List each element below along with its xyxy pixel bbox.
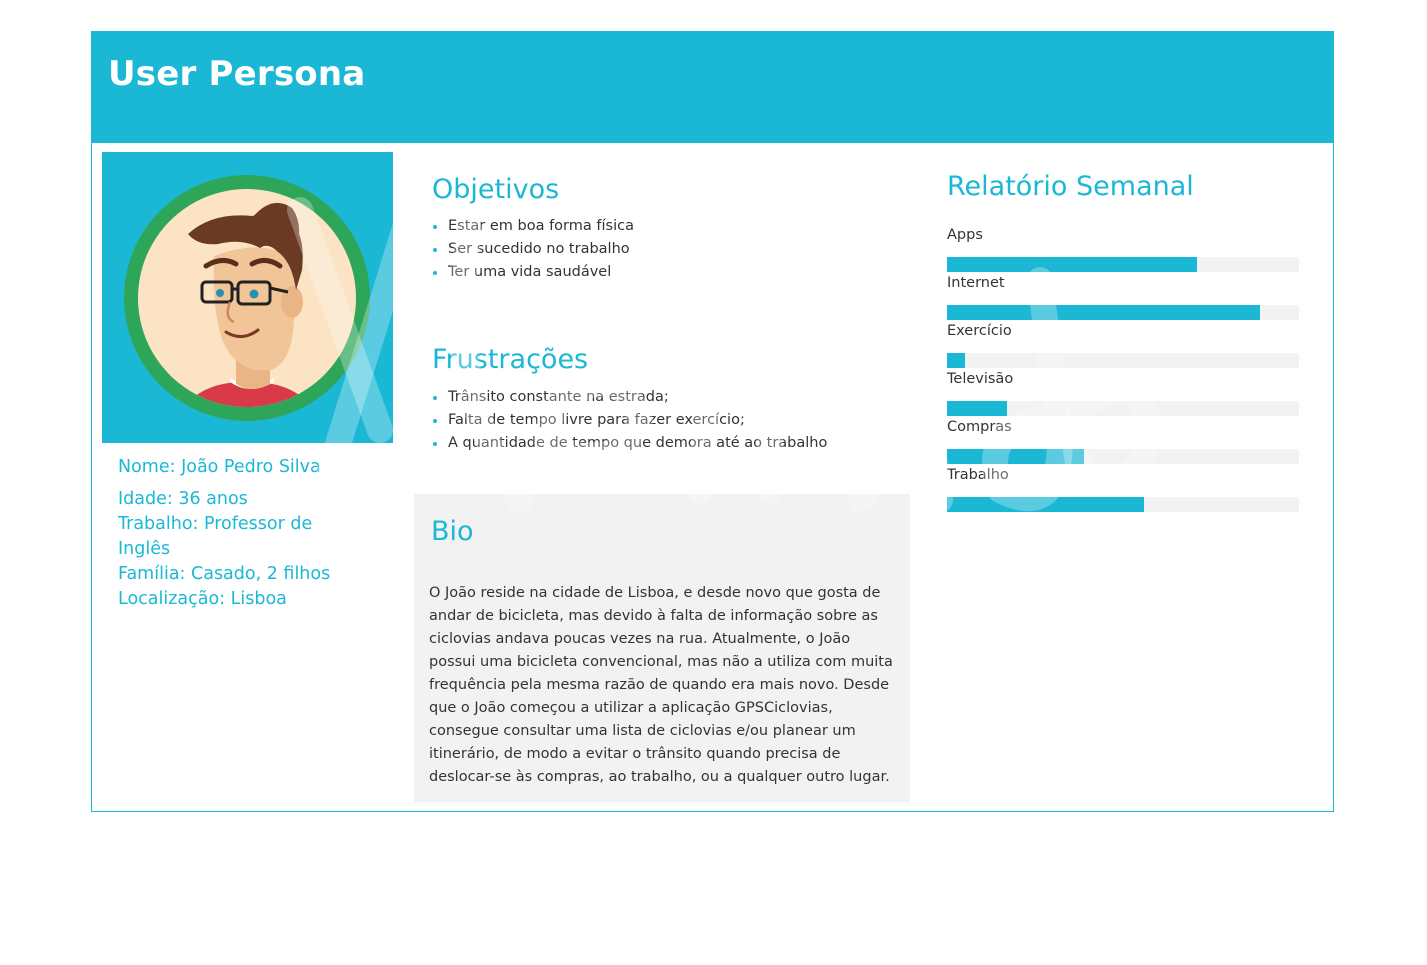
profile-age: Idade: 36 anos <box>118 489 248 509</box>
list-item-text: Ter uma vida saudável <box>448 264 612 280</box>
report-row-exercise: Exercício <box>947 322 1299 370</box>
report-bar-track <box>947 401 1299 416</box>
report-row-television: Televisão <box>947 370 1299 418</box>
bio-title: Bio <box>431 516 474 547</box>
list-item: Falta de tempo livre para fazer exercíci… <box>432 409 827 432</box>
weekly-report-title: Relatório Semanal <box>947 171 1194 202</box>
report-bar-fill <box>947 401 1007 416</box>
bio-text: O João reside na cidade de Lisboa, e des… <box>429 585 893 785</box>
list-item: A quantidade de tempo que demora até ao … <box>432 432 827 455</box>
frustrations-list: Trânsito constante na estrada; Falta de … <box>432 386 827 455</box>
report-bar-fill <box>947 305 1261 320</box>
bullet-icon <box>433 248 437 252</box>
persona-card: User Persona Nome: João Pedro Silva Idad… <box>91 31 1334 812</box>
list-item-text: Estar em boa forma física <box>448 218 634 234</box>
page-title: User Persona <box>108 54 366 94</box>
bio-panel: Bio O João reside na cidade de Lisboa, e… <box>414 494 910 802</box>
avatar <box>102 152 393 443</box>
list-item-text: Trânsito constante na estrada; <box>448 389 669 405</box>
bullet-icon <box>433 271 437 275</box>
report-bar-track <box>947 353 1299 368</box>
report-bar-track <box>947 449 1299 464</box>
report-label: Trabalho <box>947 467 1009 483</box>
objectives-list: Estar em boa forma física Ser sucedido n… <box>432 215 634 284</box>
report-row-internet: Internet <box>947 274 1299 322</box>
frustrations-title: Frustrações <box>432 344 589 375</box>
report-row-work: Trabalho <box>947 466 1299 514</box>
list-item: Ser sucedido no trabalho <box>432 238 634 261</box>
report-bar-fill <box>947 353 965 368</box>
report-label: Exercício <box>947 323 1012 339</box>
header-bar: User Persona <box>92 32 1333 143</box>
report-bar-track <box>947 257 1299 272</box>
list-item-text: A quantidade de tempo que demora até ao … <box>448 435 828 451</box>
objectives-title: Objetivos <box>432 174 560 205</box>
report-bar-fill <box>947 497 1145 512</box>
weekly-report-bars: Apps Internet Exercício Televisão Compra… <box>947 226 1299 514</box>
bullet-icon <box>433 225 437 229</box>
list-item-text: Ser sucedido no trabalho <box>448 241 630 257</box>
report-label: Internet <box>947 275 1005 291</box>
profile-info: Nome: João Pedro Silva Idade: 36 anos Tr… <box>118 455 358 612</box>
profile-job: Trabalho: Professor de Inglês <box>118 514 313 559</box>
report-row-apps: Apps <box>947 226 1299 274</box>
report-label: Compras <box>947 419 1012 435</box>
report-bar-track <box>947 305 1299 320</box>
report-label: Apps <box>947 227 983 243</box>
report-row-shopping: Compras <box>947 418 1299 466</box>
report-bar-fill <box>947 449 1085 464</box>
list-item: Ter uma vida saudável <box>432 261 634 284</box>
bullet-icon <box>433 396 437 400</box>
report-bar-fill <box>947 257 1197 272</box>
list-item-text: Falta de tempo livre para fazer exercíci… <box>448 412 745 428</box>
report-label: Televisão <box>947 371 1014 387</box>
bullet-icon <box>433 442 437 446</box>
report-bar-track <box>947 497 1299 512</box>
profile-name: Nome: João Pedro Silva <box>118 457 321 477</box>
list-item: Estar em boa forma física <box>432 215 634 238</box>
bullet-icon <box>433 419 437 423</box>
profile-family: Família: Casado, 2 filhos <box>118 564 331 584</box>
list-item: Trânsito constante na estrada; <box>432 386 827 409</box>
profile-location: Localização: Lisboa <box>118 589 287 609</box>
